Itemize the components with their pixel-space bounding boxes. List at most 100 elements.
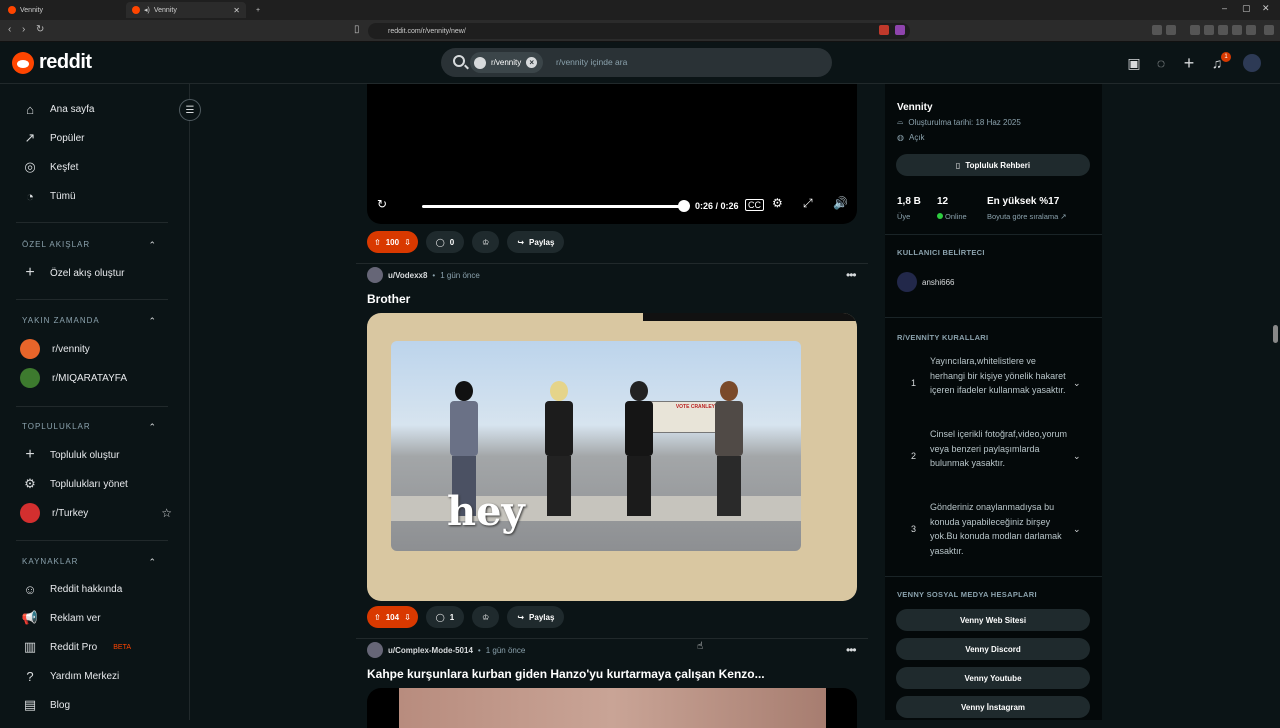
advertise-icon[interactable]: ▣: [1126, 55, 1142, 71]
create-community[interactable]: + Topluluk oluştur: [22, 442, 172, 468]
menu-icon[interactable]: [1264, 25, 1274, 35]
sidebar-toggle-button[interactable]: ☰: [179, 99, 201, 121]
share-button[interactable]: ↪ Paylaş: [507, 231, 565, 253]
section-resources[interactable]: KAYNAKLAR ⌃: [22, 557, 157, 568]
search-bar[interactable]: r/vennity × r/vennity içinde ara: [441, 48, 832, 77]
post-title[interactable]: Brother: [367, 292, 410, 306]
settings-gear-icon[interactable]: ⚙: [772, 196, 783, 210]
brave-shield-icon[interactable]: [879, 25, 889, 35]
extension-icon[interactable]: [1152, 25, 1162, 35]
extension-icon[interactable]: [1166, 25, 1176, 35]
share-button[interactable]: ↪ Paylaş: [507, 606, 565, 628]
reddit-header: reddit r/vennity × r/vennity içinde ara …: [0, 42, 1280, 84]
sidebar-item-home[interactable]: ⌂ Ana sayfa: [22, 96, 172, 122]
community-guide-button[interactable]: ▯ Topluluk Rehberi: [896, 154, 1090, 176]
post-media[interactable]: [367, 688, 857, 728]
chevron-down-icon[interactable]: ⌄: [1073, 352, 1081, 414]
fullscreen-icon[interactable]: ⤢: [803, 196, 813, 211]
back-icon[interactable]: ‹: [8, 24, 11, 35]
minimize-button[interactable]: –: [1222, 3, 1227, 13]
sidebar-item-explore[interactable]: ◎ Keşfet: [22, 154, 172, 180]
rank-label[interactable]: Boyuta göre sıralama ↗: [987, 212, 1067, 221]
captions-icon[interactable]: CC: [745, 199, 764, 211]
chat-icon[interactable]: ◌: [1153, 55, 1169, 71]
sidebar-item-help-center[interactable]: ? Yardım Merkezi: [22, 663, 172, 689]
award-button[interactable]: ♔: [472, 231, 500, 253]
social-link-youtube[interactable]: Venny Youtube: [896, 667, 1090, 689]
extension-icon[interactable]: [1232, 25, 1242, 35]
rule-item[interactable]: 2 Cinsel içerikli fotoğraf,video,yorum v…: [897, 425, 1091, 487]
vote-button[interactable]: ⇧ 104 ⇩: [367, 606, 418, 628]
sidebar-item-blog[interactable]: ▤ Blog: [22, 692, 172, 718]
manage-communities[interactable]: ⚙ Toplulukları yönet: [22, 471, 172, 497]
close-tab-icon[interactable]: ✕: [233, 6, 240, 15]
upvote-icon[interactable]: ⇧: [374, 613, 381, 622]
comment-count: 1: [449, 612, 455, 622]
wallet-icon[interactable]: [1218, 25, 1228, 35]
clear-chip-icon[interactable]: ×: [526, 57, 538, 68]
video-progress-bar[interactable]: [422, 205, 684, 208]
forward-icon[interactable]: ›: [22, 24, 25, 35]
page-scrollbar[interactable]: [1273, 325, 1278, 343]
create-post-icon[interactable]: +: [1181, 53, 1197, 73]
rewards-icon[interactable]: [895, 25, 905, 35]
more-options-icon[interactable]: •••: [846, 643, 857, 657]
user-avatar[interactable]: [367, 267, 383, 283]
section-custom-feeds[interactable]: ÖZEL AKIŞLAR ⌃: [22, 240, 157, 251]
social-link-instagram[interactable]: Venny İnstagram: [896, 696, 1090, 718]
volume-icon[interactable]: 🔊: [833, 196, 848, 210]
user-flair[interactable]: anshi666: [897, 272, 954, 292]
post-author[interactable]: u/Complex-Mode-5014: [388, 646, 473, 655]
user-avatar[interactable]: [367, 642, 383, 658]
browser-tab[interactable]: Vennity: [2, 2, 122, 18]
close-window-button[interactable]: ✕: [1262, 3, 1270, 14]
vote-button[interactable]: ⇧ 100 ⇩: [367, 231, 418, 253]
sidebar-item-popular[interactable]: ↗ Popüler: [22, 125, 172, 151]
section-recent[interactable]: YAKIN ZAMANDA ⌃: [22, 316, 157, 327]
section-communities[interactable]: TOPLULUKLAR ⌃: [22, 422, 157, 433]
bookmark-icon[interactable]: ▯: [354, 24, 360, 35]
replay-icon[interactable]: ↻: [377, 197, 387, 211]
chip-label: r/vennity: [491, 58, 522, 67]
social-link-website[interactable]: Venny Web Sitesi: [896, 609, 1090, 631]
progress-knob[interactable]: [678, 200, 690, 212]
sidebar-item-vennity[interactable]: r/vennity: [20, 336, 172, 362]
user-avatar[interactable]: [1243, 54, 1261, 72]
star-icon[interactable]: ☆: [161, 506, 172, 520]
sidebar-item-all[interactable]: ◔ Tümü: [22, 183, 172, 209]
upvote-icon[interactable]: ⇧: [374, 238, 381, 247]
chevron-down-icon[interactable]: ⌄: [1073, 425, 1081, 487]
post-image[interactable]: VOTE CRANLEY hey: [367, 313, 857, 601]
new-tab-button[interactable]: +: [250, 2, 266, 18]
character-figure: [711, 381, 747, 516]
more-options-icon[interactable]: •••: [846, 268, 857, 282]
post-title[interactable]: Kahpe kurşunlara kurban giden Hanzo'yu k…: [367, 667, 765, 681]
downvote-icon[interactable]: ⇩: [404, 238, 411, 247]
social-link-discord[interactable]: Venny Discord: [896, 638, 1090, 660]
video-player[interactable]: ↻ 0:26 / 0:26 CC ⚙ ⤢ 🔊: [367, 84, 857, 224]
post-author[interactable]: u/Vodexx8: [388, 271, 427, 280]
sidebar-item-miqaratayfa[interactable]: r/MIQARATAYFA: [20, 365, 172, 391]
subreddit-search-chip[interactable]: r/vennity ×: [470, 52, 544, 73]
sidebar-item-advertise[interactable]: 📢 Reklam ver: [22, 605, 172, 631]
comments-button[interactable]: ◯ 0: [425, 231, 465, 253]
chevron-down-icon[interactable]: ⌄: [1073, 498, 1081, 560]
music-icon[interactable]: [1190, 25, 1200, 35]
browser-tab-active[interactable]: ◂) Vennity ✕: [126, 2, 246, 18]
maximize-button[interactable]: ▢: [1242, 3, 1251, 14]
address-bar[interactable]: reddit.com/r/vennity/new/: [368, 23, 910, 39]
vpn-icon[interactable]: [1246, 25, 1256, 35]
award-button[interactable]: ♔: [472, 606, 500, 628]
rule-item[interactable]: 3 Gönderiniz onaylanmadıysa bu konuda ya…: [897, 498, 1091, 560]
create-custom-feed[interactable]: + Özel akış oluştur: [22, 260, 172, 286]
reddit-logo[interactable]: reddit: [12, 51, 92, 74]
sidebar-icon[interactable]: [1204, 25, 1214, 35]
sidebar-item-about-reddit[interactable]: ☺ Reddit hakkında: [22, 576, 172, 602]
reload-icon[interactable]: ↻: [36, 24, 44, 35]
sidebar-item-reddit-pro[interactable]: ▥ Reddit Pro BETA: [22, 634, 172, 660]
downvote-icon[interactable]: ⇩: [404, 613, 411, 622]
flair-avatar: [897, 272, 917, 292]
sidebar-item-turkey[interactable]: r/Turkey ☆: [20, 500, 172, 526]
rule-item[interactable]: 1 Yayıncılara,whitelistlere ve herhangi …: [897, 352, 1091, 414]
comments-button[interactable]: ◯ 1: [425, 606, 465, 628]
